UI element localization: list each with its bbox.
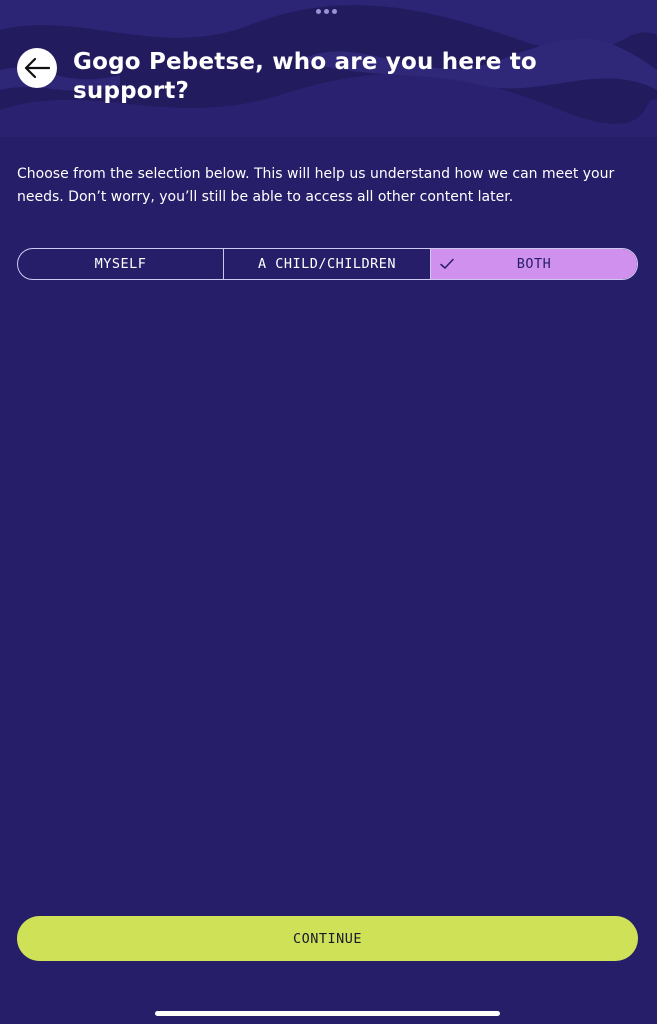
option-myself[interactable]: MYSELF: [18, 249, 224, 279]
support-segmented-control: MYSELF A CHILD/CHILDREN BOTH: [17, 248, 638, 280]
dot-icon: [332, 9, 337, 14]
dot-icon: [316, 9, 321, 14]
back-button[interactable]: [17, 48, 57, 88]
support-selection-screen: Gogo Pebetse, who are you here to suppor…: [0, 0, 657, 1024]
check-icon: [440, 258, 454, 269]
home-indicator[interactable]: [155, 1011, 500, 1016]
drag-handle-dots[interactable]: [316, 9, 337, 14]
continue-label: CONTINUE: [292, 930, 363, 947]
description-text: Choose from the selection below. This wi…: [17, 166, 615, 205]
option-label: A CHILD/CHILDREN: [257, 256, 397, 272]
dot-icon: [324, 9, 329, 14]
header: Gogo Pebetse, who are you here to suppor…: [0, 0, 657, 137]
option-both[interactable]: BOTH: [431, 249, 637, 279]
continue-button[interactable]: CONTINUE: [17, 916, 638, 961]
page-title: Gogo Pebetse, who are you here to suppor…: [73, 49, 537, 104]
option-label: BOTH: [516, 256, 552, 272]
arrow-left-icon: [24, 57, 50, 79]
option-label: MYSELF: [94, 256, 147, 272]
option-child-children[interactable]: A CHILD/CHILDREN: [224, 249, 431, 279]
